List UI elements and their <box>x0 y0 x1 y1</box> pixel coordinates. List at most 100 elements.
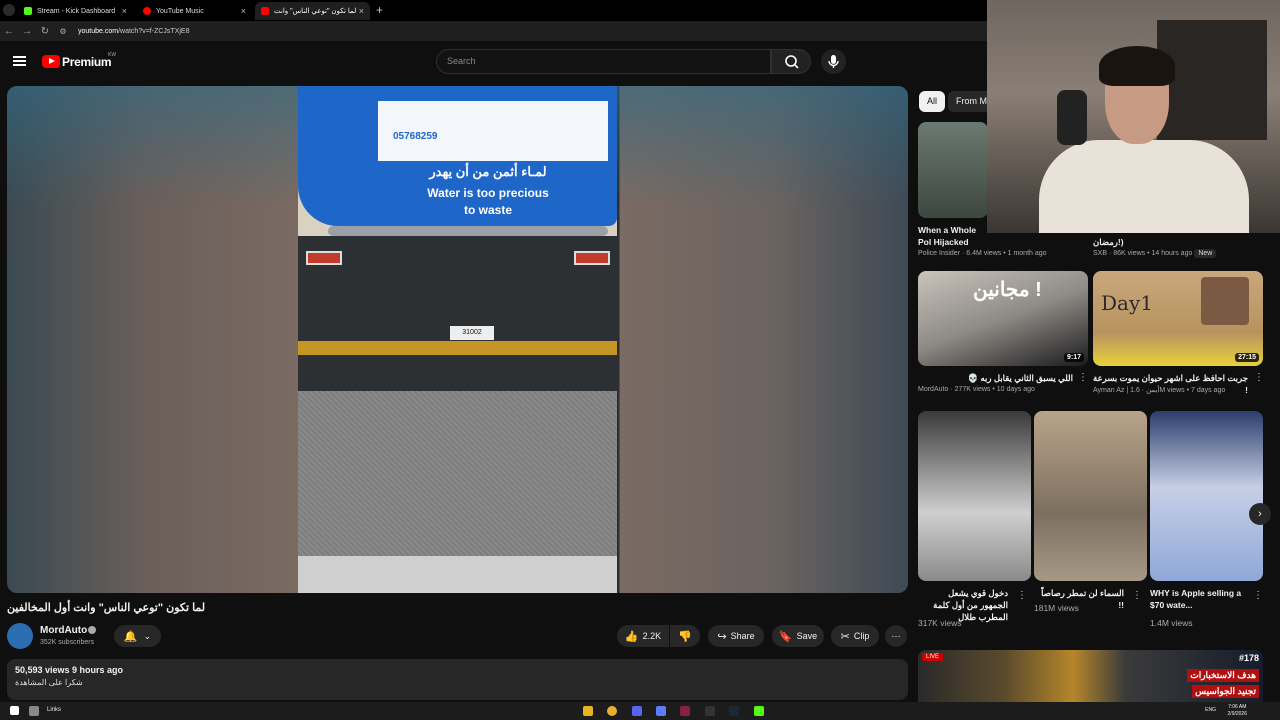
video-player[interactable]: 05768259 لمـاء أثمن من أن يهدر Water is … <box>7 86 908 593</box>
more-horizontal-icon: ⋯ <box>891 630 901 641</box>
studio-microphone <box>1057 90 1087 145</box>
arabic-headline-1: هدف الاستخبارات <box>1187 669 1259 682</box>
close-tab-icon[interactable]: × <box>122 6 127 16</box>
youtube-logo-icon[interactable] <box>42 55 60 68</box>
chrome-icon[interactable] <box>607 706 617 716</box>
dislike-button[interactable]: 👎 <box>670 625 700 647</box>
country-code: KW <box>108 52 117 58</box>
save-button[interactable]: 🔖 Save <box>772 625 824 647</box>
arabic-headline-2: تجنيد الجواسيس <box>1192 685 1259 698</box>
scissors-icon: ✂ <box>840 630 850 643</box>
tail-light-left <box>306 251 342 265</box>
thumbnail-live[interactable]: LIVE #178 هدف الاستخبارات تجنيد الجواسيس <box>918 650 1263 702</box>
chip-all[interactable]: All <box>919 91 946 112</box>
search-button[interactable] <box>771 49 811 74</box>
thumbnail-day1[interactable]: Day1 27:15 <box>1093 271 1263 366</box>
episode-label: #178 <box>1238 653 1259 663</box>
license-plate: 31002 <box>450 326 494 340</box>
more-vertical-icon[interactable]: ⋮ <box>1132 590 1142 601</box>
tab-current-video[interactable]: لما تكون "توعي الناس" وانت × <box>255 2 370 20</box>
kick-icon[interactable] <box>754 706 764 716</box>
more-vertical-icon[interactable]: ⋮ <box>1078 372 1088 383</box>
more-vertical-icon[interactable]: ⋮ <box>1254 372 1264 383</box>
menu-icon[interactable] <box>13 56 26 66</box>
short-title[interactable]: WHY is Apple selling a $70 wate... <box>1150 587 1245 611</box>
reload-icon[interactable]: ↻ <box>36 26 54 37</box>
subscribed-bell-button[interactable]: 🔔 ⌄ <box>114 625 161 647</box>
clip-label: Clip <box>853 631 870 641</box>
meta-label: 6.4M views • 1 month ago <box>966 250 1047 257</box>
video-frame[interactable]: 05768259 لمـاء أثمن من أن يهدر Water is … <box>298 86 617 593</box>
like-button[interactable]: 👍 2.2K <box>617 625 669 647</box>
tab-kick-dashboard[interactable]: Stream - Kick Dashboard × <box>18 2 133 20</box>
tanker-english-slogan-2: to waste <box>463 203 512 217</box>
short-thumbnail-rifle[interactable] <box>1034 411 1147 581</box>
app-icon[interactable] <box>705 706 715 716</box>
channel-avatar[interactable] <box>7 623 33 649</box>
video-meta: Police Insider · 6.4M views • 1 month ag… <box>918 250 1047 257</box>
short-thumbnail-singer[interactable] <box>918 411 1031 581</box>
back-icon[interactable]: ← <box>0 26 18 37</box>
truck-bumper <box>298 341 617 355</box>
tab-list-button[interactable] <box>3 4 15 16</box>
views-and-date: 50,593 views 9 hours ago <box>15 665 124 675</box>
youtube-icon <box>261 7 269 15</box>
channel-label: Ayman Az | أيمن <box>1093 387 1160 394</box>
streamer-hair <box>1099 46 1175 86</box>
youtube-music-icon <box>143 7 151 15</box>
system-clock[interactable]: 7:06 AM 2/9/2026 <box>1228 704 1247 718</box>
share-button[interactable]: ↪ Share <box>708 625 764 647</box>
clock-date: 2/9/2026 <box>1227 711 1247 717</box>
discord-icon[interactable] <box>632 706 642 716</box>
app-icon[interactable] <box>656 706 666 716</box>
language-indicator[interactable]: ENG <box>1205 707 1216 713</box>
windows-start-icon[interactable] <box>10 706 19 715</box>
close-tab-icon[interactable]: × <box>359 6 364 16</box>
close-tab-icon[interactable]: × <box>241 6 246 16</box>
subscriber-count: 352K subscribers <box>40 639 95 646</box>
bell-icon: 🔔 <box>123 630 138 643</box>
thumbnail-overlay-text: مجانين ! <box>973 279 1042 301</box>
video-meta: Ayman Az | أيمن · 1.6M views • 7 days ag… <box>1093 387 1226 394</box>
tab-youtube-music[interactable]: YouTube Music × <box>137 2 252 20</box>
search-input[interactable]: Search <box>436 49 771 74</box>
tail-light-right <box>574 251 610 265</box>
more-actions-button[interactable]: ⋯ <box>885 625 907 647</box>
tanker-arabic-slogan: لمـاء أثمن من أن يهدر <box>429 164 547 179</box>
video-title[interactable]: 💀 اللي يسبق الثاني يقابل ربه <box>918 372 1074 384</box>
chevron-down-icon: ⌄ <box>143 630 152 641</box>
more-vertical-icon[interactable]: ⋮ <box>1253 590 1263 601</box>
tab-label: لما تكون "توعي الناس" وانت <box>274 8 357 15</box>
forward-icon[interactable]: → <box>18 26 36 37</box>
short-thumbnail-bottle[interactable] <box>1150 411 1263 581</box>
meta-label: 1.6M views • 7 days ago <box>1130 387 1226 394</box>
new-tab-button[interactable]: + <box>376 3 383 17</box>
video-title[interactable]: When a Whole Pol Hijacked <box>918 224 988 248</box>
meta-label: 86K views • 14 hours ago <box>1113 250 1193 257</box>
site-info-icon[interactable]: ⚙ <box>54 27 72 36</box>
thumbs-up-icon: 👍 <box>624 630 639 643</box>
thumbnail-police[interactable] <box>918 122 988 218</box>
clip-button[interactable]: ✂ Clip <box>831 625 879 647</box>
video-title[interactable]: رمضان!) <box>1093 236 1124 248</box>
file-explorer-icon[interactable] <box>583 706 593 716</box>
task-view-icon[interactable] <box>29 706 39 716</box>
links-toolbar[interactable]: Links <box>47 707 61 713</box>
url-host: youtube.com <box>78 27 119 35</box>
description-box[interactable] <box>7 659 908 700</box>
description-text: شكرا على المشاهدة <box>15 678 83 687</box>
shorts-next-button[interactable]: › <box>1249 503 1271 525</box>
url-field[interactable]: youtube.com/watch?v=f-ZCJsTXjE8 <box>78 28 189 35</box>
microphone-icon <box>828 55 839 68</box>
webcam-overlay <box>987 0 1280 233</box>
voice-search-button[interactable] <box>821 49 846 74</box>
tanker-pipe <box>328 226 608 236</box>
steam-icon[interactable] <box>729 706 739 716</box>
thumbnail-mordauto[interactable]: مجانين ! 9:17 <box>918 271 1088 366</box>
app-icon[interactable] <box>680 706 690 716</box>
search-icon <box>785 55 799 69</box>
premium-wordmark[interactable]: Premium <box>62 55 112 69</box>
save-label: Save <box>796 631 818 641</box>
channel-name[interactable]: MordAuto <box>40 625 87 636</box>
more-vertical-icon[interactable]: ⋮ <box>1017 590 1027 601</box>
